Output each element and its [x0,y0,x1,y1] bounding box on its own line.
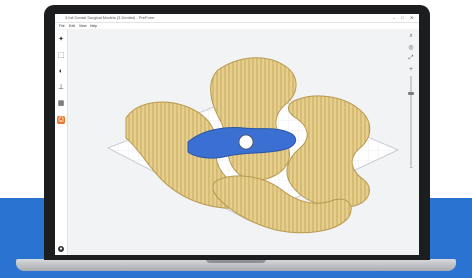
zoom-slider[interactable] [410,76,412,166]
zoom-slider-thumb[interactable] [408,92,414,95]
layout-icon[interactable]: ▦ [57,100,65,108]
search-icon[interactable]: ⌕ [407,32,415,40]
menu-help[interactable]: Help [90,24,97,28]
print-icon[interactable]: ⎙ [57,116,65,124]
fit-view-icon[interactable]: ⤢ [407,54,415,62]
account-icon[interactable]: ● [58,246,64,252]
zoom-out-icon[interactable]: − [407,164,415,172]
scene-svg [106,57,400,234]
menu-view[interactable]: View [79,24,87,28]
close-button[interactable]: ✕ [410,15,413,20]
left-toolbar: ✦ ⬚ ◐ ⊥ ▦ ⎙ ● [55,30,68,255]
magic-wand-icon[interactable]: ✦ [57,36,65,44]
menu-file[interactable]: File [59,24,65,28]
minimize-button[interactable]: – [393,15,395,20]
window-title: 3 full Dental Surgical Models (3 Dentist… [65,15,155,20]
support-icon[interactable]: ⊥ [57,84,65,92]
menu-bar: File Edit View Help [55,23,419,29]
menu-edit[interactable]: Edit [69,24,75,28]
view-cube-icon[interactable]: ◎ [407,44,415,52]
app-window: 3 full Dental Surgical Models (3 Dentist… [55,14,419,255]
view-controls: ⌕ ◎ ⤢ + − [407,32,415,172]
maximize-button[interactable]: □ [401,15,403,20]
rotation-gizmo[interactable] [238,134,254,150]
select-box-icon[interactable]: ⬚ [57,52,65,60]
orient-icon[interactable]: ◐ [57,68,65,76]
title-bar: 3 full Dental Surgical Models (3 Dentist… [55,14,419,23]
3d-viewport[interactable] [68,30,419,255]
zoom-in-icon[interactable]: + [407,66,415,74]
